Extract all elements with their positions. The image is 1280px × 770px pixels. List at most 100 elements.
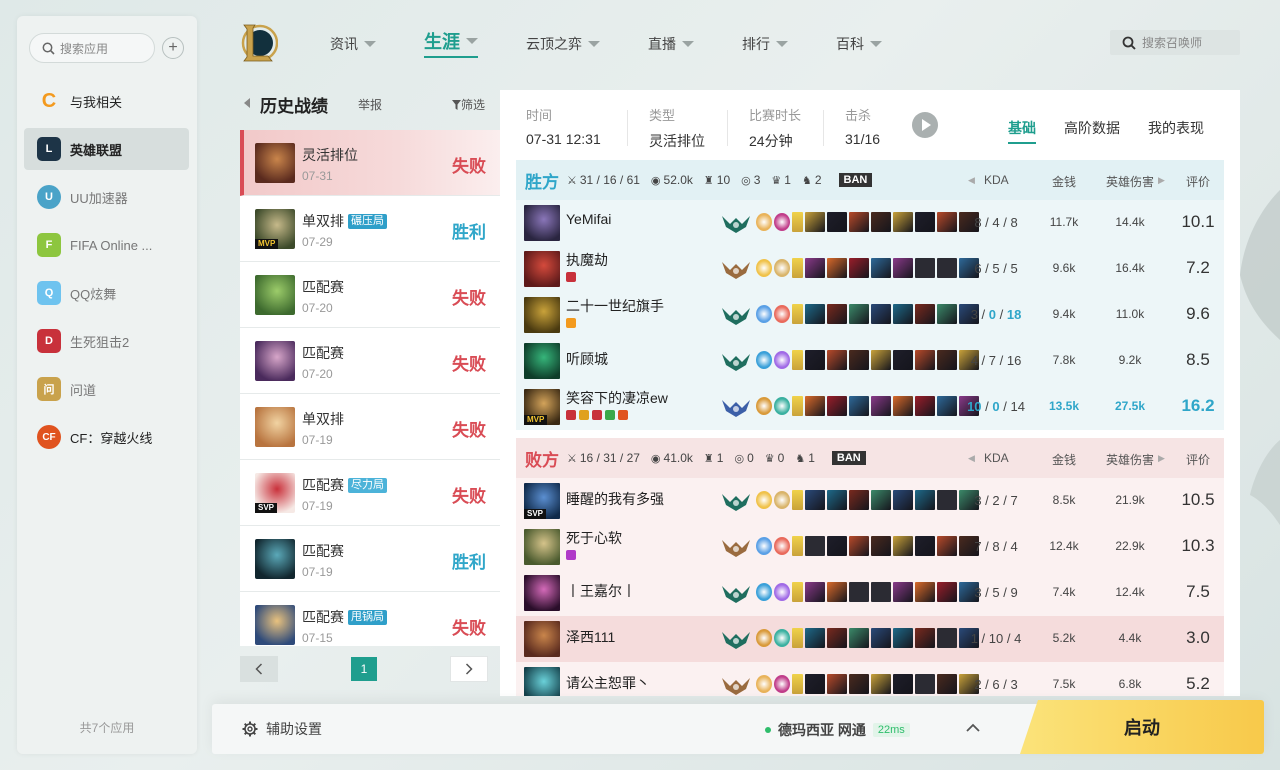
sidebar-app-item[interactable]: U UU加速器 (24, 176, 189, 218)
player-row[interactable]: 丨王嘉尔丨 3 / 5 / 9 7.4k 12.4k 7.5 (516, 570, 1224, 616)
player-row[interactable]: 死于心软 7 / 8 / 4 12.4k 22.9k 10.3 (516, 524, 1224, 570)
server-status-dot (765, 727, 771, 733)
chevron-right-icon[interactable]: ▶ (1158, 453, 1165, 464)
item-icon (915, 212, 935, 232)
summoner-spell-icon (774, 491, 790, 509)
match-history-item[interactable]: MVP 单双排 碾压局 07-29 胜利 (240, 196, 500, 262)
player-name[interactable]: 二十一世纪旗手 (566, 296, 664, 316)
nav-tab[interactable]: 百科 (836, 30, 882, 58)
match-history-item[interactable]: 匹配赛 甩锅局 07-15 失败 (240, 592, 500, 646)
back-arrow-icon[interactable] (244, 98, 250, 108)
match-history-item[interactable]: 匹配赛 07-20 失败 (240, 262, 500, 328)
tab-basic[interactable]: 基础 (1008, 118, 1036, 144)
kda-kills: 10 (967, 399, 982, 414)
chevron-down-icon (870, 41, 882, 47)
next-page-button[interactable] (450, 656, 488, 682)
rank-emblem-icon (722, 586, 750, 603)
rank-emblem-icon (722, 632, 750, 649)
player-name[interactable]: 丨王嘉尔丨 (566, 581, 636, 601)
match-history-item[interactable]: 匹配赛 07-19 胜利 (240, 526, 500, 592)
match-history-item[interactable]: SVP 匹配赛 尽力局 07-19 失败 (240, 460, 500, 526)
player-kda: 10 / 0 / 14 (956, 399, 1036, 414)
item-icon (827, 628, 847, 648)
item-build (792, 396, 979, 416)
prev-page-button[interactable] (240, 656, 278, 682)
chevron-left-icon[interactable]: ◀ (968, 175, 975, 186)
honor-badge-icon (592, 410, 602, 420)
player-name[interactable]: 听顾城 (566, 349, 608, 369)
player-name[interactable]: 死于心软 (566, 528, 622, 548)
nav-tab[interactable]: 直播 (648, 30, 694, 58)
item-icon (849, 490, 869, 510)
player-name[interactable]: 泽西111 (566, 627, 615, 647)
server-selector[interactable]: 德玛西亚 网通 22ms (765, 720, 910, 740)
info-label: 时间 (526, 108, 553, 123)
item-icon (871, 304, 891, 324)
player-row[interactable]: 执魔劫 6 / 5 / 5 9.6k 16.4k 7.2 (516, 246, 1224, 292)
nav-tab[interactable]: 生涯 (424, 28, 478, 58)
item-icon (827, 258, 847, 278)
match-history-item[interactable]: 匹配赛 07-20 失败 (240, 328, 500, 394)
lol-logo-icon[interactable] (238, 22, 278, 64)
team-stat-dragons: ♞ 1 (795, 451, 815, 465)
chevron-up-icon[interactable] (966, 718, 980, 738)
player-row[interactable]: MVP 笑容下的凄凉ew 10 / 0 / 14 13.5k 27.5k 16.2 (516, 384, 1224, 430)
champion-avatar: MVP (255, 209, 295, 249)
match-history-item[interactable]: 单双排 07-19 失败 (240, 394, 500, 460)
summoner-spell-icon (774, 351, 790, 369)
player-name[interactable]: 睡醒的我有多强 (566, 489, 664, 509)
current-page[interactable]: 1 (351, 657, 377, 681)
player-row[interactable]: 请公主恕罪丶 2 / 6 / 3 7.5k 6.8k 5.2 (516, 662, 1224, 696)
player-row[interactable]: 听顾城 4 / 7 / 16 7.8k 9.2k 8.5 (516, 338, 1224, 384)
tab-advanced-data[interactable]: 高阶数据 (1064, 118, 1120, 144)
sidebar-app-item[interactable]: D 生死狙击2 (24, 320, 189, 362)
nav-tab[interactable]: 资讯 (330, 30, 376, 58)
item-icon (805, 490, 825, 510)
sidebar-app-item[interactable]: C 与我相关 (24, 80, 189, 122)
match-type: 匹配赛 甩锅局 (302, 607, 387, 627)
player-name[interactable]: YeMifai (566, 211, 611, 227)
summoner-spells (756, 351, 790, 369)
chevron-left-icon[interactable]: ◀ (968, 453, 975, 464)
sidebar-app-item[interactable]: F FIFA Online ... (24, 224, 189, 266)
report-link[interactable]: 举报 (358, 96, 382, 113)
sidebar-app-item[interactable]: L 英雄联盟 (24, 128, 189, 170)
item-icon (827, 582, 847, 602)
sidebar-app-item[interactable]: CF CF：穿越火线 (24, 416, 189, 458)
player-name[interactable]: 笑容下的凄凉ew (566, 388, 668, 408)
chevron-right-icon[interactable]: ▶ (1158, 175, 1165, 186)
ban-tag[interactable]: BAN (838, 173, 873, 187)
player-name[interactable]: 执魔劫 (566, 250, 608, 270)
player-score: 3.0 (1186, 628, 1210, 647)
summoner-search-input[interactable]: 搜索召唤师 (1110, 30, 1240, 55)
nav-tab[interactable]: 排行 (742, 30, 788, 58)
sidebar-app-item[interactable]: 问问道 (24, 368, 189, 410)
nav-tab-label: 生涯 (424, 32, 460, 52)
chevron-right-icon (465, 663, 473, 675)
match-date: 07-20 (302, 301, 333, 315)
app-search-input[interactable]: 搜索应用 (29, 33, 155, 63)
rune-icon (792, 536, 803, 556)
player-row[interactable]: SVP 睡醒的我有多强 3 / 2 / 7 8.5k 21.9k 10.5 (516, 478, 1224, 524)
ban-tag[interactable]: BAN (831, 451, 866, 465)
player-gold: 7.4k (1052, 585, 1076, 599)
sidebar-app-item[interactable]: Q QQ炫舞 (24, 272, 189, 314)
team-stat-barons: ♛ 0 (765, 451, 785, 465)
assist-settings-button[interactable]: 辅助设置 (242, 719, 322, 739)
player-row[interactable]: YeMifai 8 / 4 / 8 11.7k 14.4k 10.1 (516, 200, 1224, 246)
launch-button[interactable]: 启动 (1020, 700, 1264, 754)
summoner-spells (756, 397, 790, 415)
player-name[interactable]: 请公主恕罪丶 (566, 673, 650, 693)
player-row[interactable]: 泽西111 1 / 10 / 4 5.2k 4.4k 3.0 (516, 616, 1224, 662)
champion-avatar (524, 251, 560, 287)
filter-button[interactable]: 筛选 (452, 96, 485, 113)
medal-badge: SVP (524, 509, 547, 519)
replay-play-icon[interactable] (912, 112, 938, 138)
add-app-button[interactable]: + (162, 37, 184, 59)
player-gold: 8.5k (1052, 493, 1076, 507)
player-row[interactable]: 二十一世纪旗手 3 / 0 / 18 9.4k 11.0k 9.6 (516, 292, 1224, 338)
nav-tab[interactable]: 云顶之弈 (526, 30, 600, 58)
match-history-item[interactable]: 灵活排位 07-31 失败 (240, 130, 500, 196)
item-icon (937, 396, 957, 416)
tab-my-performance[interactable]: 我的表现 (1148, 118, 1204, 144)
